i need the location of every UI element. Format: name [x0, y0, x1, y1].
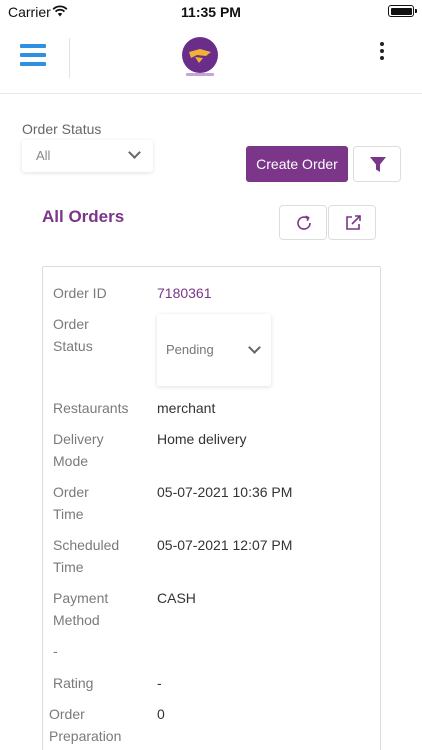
- order-id-link[interactable]: 7180361: [157, 282, 212, 304]
- more-vertical-icon[interactable]: [377, 42, 387, 64]
- payment-method-label-line1: Payment: [53, 590, 109, 606]
- delivery-mode-label-line1: Delivery: [53, 431, 104, 447]
- payment-method-label-line2: Method: [53, 612, 100, 628]
- order-status-filter-value: All: [36, 148, 51, 163]
- brand-logo-caption: [186, 73, 214, 76]
- order-status-value: Pending: [166, 342, 214, 357]
- restaurants-label: Restaurants: [53, 400, 129, 416]
- rating-label: Rating: [53, 675, 94, 691]
- rating-value: -: [157, 675, 162, 691]
- order-id-label: Order ID: [53, 285, 107, 301]
- scheduled-time-label-line1: Scheduled: [53, 537, 120, 553]
- refresh-icon: [297, 215, 311, 230]
- order-time-label-line2: Time: [53, 506, 84, 522]
- all-orders-title: All Orders: [42, 207, 125, 226]
- hamburger-menu-icon[interactable]: [20, 44, 46, 68]
- filter-icon: [370, 157, 386, 172]
- brand-logo: [182, 37, 218, 73]
- order-status-select[interactable]: Pending: [157, 314, 271, 386]
- payment-method-value: CASH: [157, 590, 196, 606]
- export-button[interactable]: [328, 205, 376, 240]
- delivery-mode-value: Home delivery: [157, 431, 247, 447]
- order-status-filter-label: Order Status: [22, 121, 102, 137]
- battery-icon: [388, 5, 417, 17]
- header-divider: [69, 38, 70, 78]
- order-preparation-value: 0: [157, 706, 165, 722]
- external-link-icon: [346, 215, 361, 230]
- refresh-button[interactable]: [279, 205, 327, 240]
- order-preparation-label-line2: Preparation: [49, 728, 122, 744]
- app-header: [0, 24, 422, 94]
- order-preparation-label-line1: Order: [49, 706, 85, 722]
- restaurants-value: merchant: [157, 400, 216, 416]
- order-status-label-line1: Order: [53, 316, 89, 332]
- order-status-filter-select[interactable]: All: [22, 140, 153, 172]
- chevron-down-icon: [248, 341, 261, 354]
- order-time-value: 05-07-2021 10:36 PM: [157, 484, 293, 500]
- status-time: 11:35 PM: [181, 4, 241, 20]
- delivery-mode-label-line2: Mode: [53, 453, 89, 469]
- chevron-down-icon: [128, 146, 141, 159]
- scheduled-time-value: 05-07-2021 12:07 PM: [157, 537, 293, 553]
- empty-field-label: -: [53, 643, 58, 659]
- create-order-button[interactable]: Create Order: [246, 146, 348, 182]
- order-status-label-line2: Status: [53, 338, 93, 354]
- scheduled-time-label-line2: Time: [53, 559, 84, 575]
- status-bar: Carrier 11:35 PM: [0, 0, 422, 24]
- order-time-label-line1: Order: [53, 484, 89, 500]
- filter-button[interactable]: [353, 146, 401, 182]
